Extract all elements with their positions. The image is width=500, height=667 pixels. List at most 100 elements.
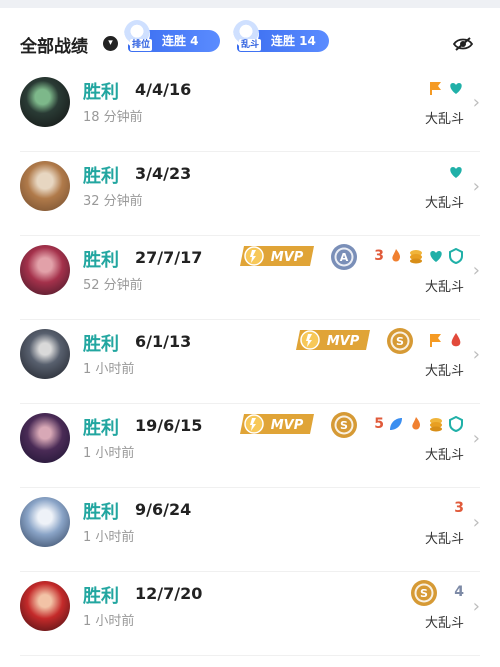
grade-a-icon: A xyxy=(331,244,357,270)
eye-off-icon[interactable] xyxy=(452,36,474,52)
match-mode: 大乱斗 xyxy=(424,616,464,631)
heart-icon xyxy=(450,167,462,178)
match-mode: 大乱斗 xyxy=(424,448,464,463)
grade-letter: S xyxy=(340,419,348,432)
badge-label: 连胜 4 xyxy=(162,34,199,48)
mvp-label: MVP xyxy=(327,334,360,349)
mvp-label: MVP xyxy=(271,418,304,433)
grade-s-icon: S xyxy=(331,412,357,438)
match-row[interactable]: 胜利 9/6/24 1 小时前 大乱斗 › 3 xyxy=(0,488,500,572)
match-mode: 大乱斗 xyxy=(424,280,464,295)
champion-avatar xyxy=(20,161,70,211)
champion-avatar xyxy=(20,77,70,127)
achievement-icons: 5 xyxy=(370,416,464,432)
match-result: 胜利 xyxy=(83,166,119,187)
match-row[interactable]: 胜利 27/7/17 52 分钟前 大乱斗 › 3 A MVP xyxy=(0,236,500,320)
match-result: 胜利 xyxy=(83,418,119,439)
match-mode: 大乱斗 xyxy=(424,196,464,211)
chevron-right-icon[interactable]: › xyxy=(473,260,480,281)
champion-avatar xyxy=(20,245,70,295)
row-divider xyxy=(20,655,480,656)
match-row[interactable]: 胜利 19/6/15 1 小时前 大乱斗 › 5 S MVP xyxy=(0,404,500,488)
match-row[interactable]: 胜利 4/4/16 18 分钟前 大乱斗 › xyxy=(0,68,500,152)
match-kda: 4/4/16 xyxy=(135,80,192,99)
match-result: 胜利 xyxy=(83,334,119,355)
grade-s-icon: S xyxy=(387,328,413,354)
top-strip xyxy=(0,0,500,8)
badge-label: 连胜 14 xyxy=(271,34,316,48)
match-kda: 3/4/23 xyxy=(135,164,192,183)
match-row[interactable]: 胜利 3/4/23 32 分钟前 大乱斗 › xyxy=(0,152,500,236)
multikill-count: 3 xyxy=(454,500,464,516)
chevron-right-icon[interactable]: › xyxy=(473,344,480,365)
mvp-badge: MVP xyxy=(296,330,370,350)
aram-streak-badge: 乱斗 连胜 14 xyxy=(233,20,329,52)
leaf-icon xyxy=(390,418,402,430)
match-list: 胜利 4/4/16 18 分钟前 大乱斗 › 胜利 3/4/23 32 分钟前 大乱斗 › 胜利 27… xyxy=(0,68,500,656)
match-mode: 大乱斗 xyxy=(424,364,464,379)
match-result: 胜利 xyxy=(83,502,119,523)
match-kda: 27/7/17 xyxy=(135,248,203,267)
match-time: 1 小时前 xyxy=(83,362,135,377)
drop-icon xyxy=(451,333,461,347)
achievement-icons xyxy=(444,164,464,180)
grade-letter: A xyxy=(340,251,349,264)
achievement-icons: 3 xyxy=(450,500,464,516)
match-time: 52 分钟前 xyxy=(83,278,143,293)
chevron-right-icon[interactable]: › xyxy=(473,596,480,617)
badge-tag: 乱斗 xyxy=(239,39,262,51)
champion-avatar xyxy=(20,497,70,547)
shield-icon xyxy=(449,416,463,432)
match-time: 18 分钟前 xyxy=(83,110,143,125)
coin-icon xyxy=(430,418,442,432)
match-kda: 19/6/15 xyxy=(135,416,203,435)
match-row[interactable]: 胜利 12/7/20 1 小时前 大乱斗 › 4 S xyxy=(0,572,500,656)
heart-icon xyxy=(430,251,442,262)
mvp-badge: MVP xyxy=(240,246,314,266)
achievement-icons: 4 xyxy=(450,584,464,600)
match-mode: 大乱斗 xyxy=(424,532,464,547)
multikill-count: 3 xyxy=(374,248,384,264)
ranked-streak-badge: 排位 连胜 4 xyxy=(124,20,220,52)
mvp-label: MVP xyxy=(271,250,304,265)
flame-icon xyxy=(392,249,400,262)
heart-icon xyxy=(450,83,462,94)
grade-letter: S xyxy=(396,335,404,348)
flag-icon xyxy=(430,334,441,347)
chevron-right-icon[interactable]: › xyxy=(473,512,480,533)
achievement-icons: 3 xyxy=(370,248,464,264)
match-time: 32 分钟前 xyxy=(83,194,143,209)
match-result: 胜利 xyxy=(83,82,119,103)
champion-avatar xyxy=(20,581,70,631)
chevron-down-icon[interactable]: ▾ xyxy=(103,36,118,51)
champion-avatar xyxy=(20,329,70,379)
match-time: 1 小时前 xyxy=(83,614,135,629)
coin-icon xyxy=(410,250,422,264)
badge-tag: 排位 xyxy=(130,39,153,51)
multikill-count: 4 xyxy=(454,584,464,600)
multikill-count: 5 xyxy=(374,416,384,432)
match-time: 1 小时前 xyxy=(83,446,135,461)
match-row[interactable]: 胜利 6/1/13 1 小时前 大乱斗 › S MVP xyxy=(0,320,500,404)
achievement-icons xyxy=(424,332,464,348)
match-time: 1 小时前 xyxy=(83,530,135,545)
match-result: 胜利 xyxy=(83,586,119,607)
mvp-badge: MVP xyxy=(240,414,314,434)
flag-icon xyxy=(430,82,441,95)
champion-avatar xyxy=(20,413,70,463)
grade-s-icon: S xyxy=(411,580,437,606)
achievement-icons xyxy=(424,80,464,96)
match-kda: 12/7/20 xyxy=(135,584,203,603)
filter-all-records[interactable]: 全部战绩 xyxy=(20,32,88,57)
match-kda: 9/6/24 xyxy=(135,500,192,519)
match-mode: 大乱斗 xyxy=(424,112,464,127)
match-result: 胜利 xyxy=(83,250,119,271)
shield-icon xyxy=(449,248,463,264)
chevron-right-icon[interactable]: › xyxy=(473,92,480,113)
match-kda: 6/1/13 xyxy=(135,332,192,351)
chevron-right-icon[interactable]: › xyxy=(473,176,480,197)
header: 全部战绩 ▾ 排位 连胜 4 乱斗 连胜 14 xyxy=(0,20,500,68)
grade-letter: S xyxy=(420,587,428,600)
flame-icon xyxy=(412,417,420,430)
chevron-right-icon[interactable]: › xyxy=(473,428,480,449)
